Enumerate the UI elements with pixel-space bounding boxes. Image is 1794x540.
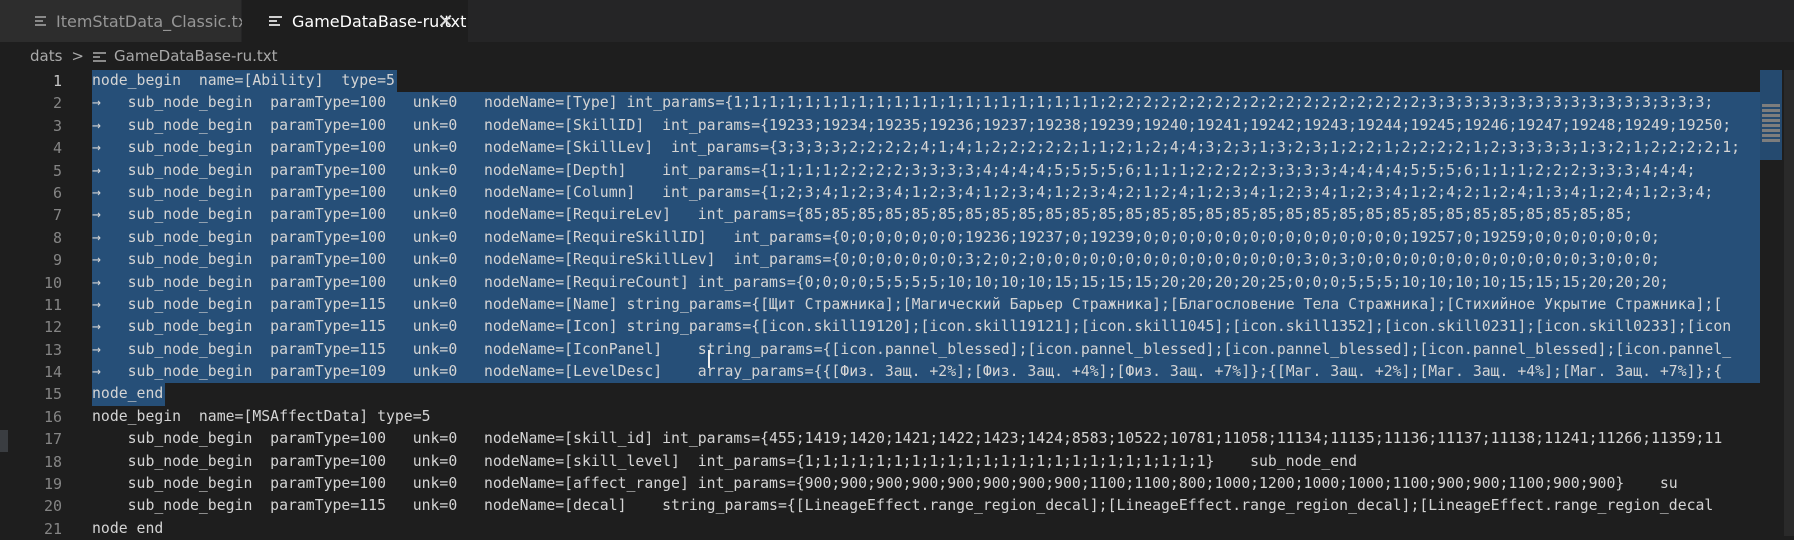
code-text: → sub_node_begin paramType=100 unk=0 nod…	[92, 161, 1696, 179]
code-line: sub_node_begin paramType=115 unk=0 nodeN…	[92, 495, 1760, 517]
code-line: node_begin name=[MSAffectData] type=5	[92, 406, 1760, 428]
file-lines-icon	[34, 14, 46, 28]
code-line: → sub_node_begin paramType=115 unk=0 nod…	[92, 338, 1760, 362]
line-number: 3	[52, 116, 62, 135]
code-text: → sub_node_begin paramType=100 unk=0 nod…	[92, 206, 1634, 224]
tab-itemstatdata[interactable]: ItemStatData_Classic.txt	[0, 0, 254, 42]
code-text: node_begin name=[Ability] type=5	[92, 72, 395, 89]
code-line: → sub_node_begin paramType=109 unk=0 nod…	[92, 361, 1760, 384]
line-number: 15	[43, 385, 62, 404]
line-number-gutter: 1 2 3 4 5 6 7 8 9 10 11 12 13 14 15 16 17 18 19 20 21	[0, 70, 84, 540]
line-number: 2	[52, 94, 62, 113]
line-number: 6	[52, 183, 62, 202]
file-lines-icon	[268, 14, 282, 28]
code-text: → sub_node_begin paramType=115 unk=0 nod…	[92, 340, 1732, 358]
code-line: → sub_node_begin paramType=100 unk=0 nod…	[92, 181, 1760, 205]
line-number: 18	[43, 452, 62, 471]
code-line: sub_node_begin paramType=100 unk=0 nodeN…	[92, 451, 1760, 473]
code-line: → sub_node_begin paramType=100 unk=0 nod…	[92, 204, 1760, 227]
code-line: → sub_node_begin paramType=100 unk=0 nod…	[92, 92, 1760, 115]
code-text: → sub_node_begin paramType=100 unk=0 nod…	[92, 228, 1660, 246]
code-line: sub_node_begin paramType=100 unk=0 nodeN…	[92, 473, 1760, 495]
line-number: 11	[43, 295, 62, 314]
code-line: → sub_node_begin paramType=100 unk=0 nod…	[92, 137, 1760, 160]
code-line: → sub_node_begin paramType=115 unk=0 nod…	[92, 293, 1760, 317]
line-number: 17	[43, 430, 62, 449]
line-number: 12	[43, 318, 62, 337]
code-line: node_end	[92, 383, 1760, 406]
line-number: 16	[43, 407, 62, 426]
code-text: sub_node_begin paramType=100 unk=0 nodeN…	[92, 475, 1678, 493]
code-text: → sub_node_begin paramType=100 unk=0 nod…	[92, 94, 1714, 112]
breadcrumb-folder[interactable]: dats	[30, 47, 62, 65]
code-text: sub_node_begin paramType=100 unk=0 nodeN…	[92, 430, 1723, 448]
code-text: → sub_node_begin paramType=100 unk=0 nod…	[92, 251, 1660, 269]
line-number: 7	[52, 206, 62, 225]
text-cursor	[708, 350, 710, 368]
line-number: 10	[43, 273, 62, 292]
code-text: → sub_node_begin paramType=109 unk=0 nod…	[92, 363, 1723, 381]
breadcrumb-file[interactable]: GameDataBase-ru.txt	[114, 47, 278, 65]
line-number: 19	[43, 475, 62, 494]
close-icon[interactable]: ✕	[437, 9, 454, 33]
breadcrumb: dats > GameDataBase-ru.txt	[0, 42, 1794, 70]
code-line: node_end	[92, 518, 1760, 536]
vertical-scrollbar[interactable]	[1784, 70, 1794, 536]
code-text: → sub_node_begin paramType=100 unk=0 nod…	[92, 183, 1714, 201]
minimap-lines	[1762, 104, 1780, 144]
line-number: 5	[52, 161, 62, 180]
line-number: 21	[43, 519, 62, 538]
code-text: node_begin name=[MSAffectData] type=5	[92, 407, 431, 425]
code-line: → sub_node_begin paramType=100 unk=0 nod…	[92, 271, 1760, 294]
tab-gamedatabase[interactable]: GameDataBase-ru.txt ✕	[242, 0, 468, 42]
code-line: → sub_node_begin paramType=100 unk=0 nod…	[92, 249, 1760, 272]
code-line: → sub_node_begin paramType=100 unk=0 nod…	[92, 114, 1760, 138]
code-line: node_begin name=[Ability] type=5	[92, 70, 1760, 93]
line-number: 9	[52, 251, 62, 270]
code-line: → sub_node_begin paramType=100 unk=0 nod…	[92, 159, 1760, 182]
code-text: node_end	[92, 519, 164, 536]
line-number: 1	[52, 72, 62, 90]
code-line: → sub_node_begin paramType=100 unk=0 nod…	[92, 226, 1760, 250]
line-number: 14	[43, 363, 62, 382]
line-number: 13	[43, 340, 62, 359]
line-number: 20	[43, 497, 62, 516]
code-line: → sub_node_begin paramType=115 unk=0 nod…	[92, 316, 1760, 339]
line-number: 8	[52, 228, 62, 247]
tab-label: ItemStatData_Classic.txt	[56, 11, 254, 31]
code-text: → sub_node_begin paramType=115 unk=0 nod…	[92, 295, 1723, 313]
line-number: 4	[52, 139, 62, 158]
code-line: sub_node_begin paramType=100 unk=0 nodeN…	[92, 428, 1760, 450]
code-text: → sub_node_begin paramType=100 unk=0 nod…	[92, 139, 1741, 157]
tab-bar: ItemStatData_Classic.txt GameDataBase-ru…	[0, 0, 1794, 42]
code-text: → sub_node_begin paramType=100 unk=0 nod…	[92, 116, 1732, 134]
file-lines-icon	[93, 50, 106, 63]
code-text: → sub_node_begin paramType=100 unk=0 nod…	[92, 273, 1669, 291]
code-text: sub_node_begin paramType=100 unk=0 nodeN…	[92, 452, 1358, 470]
editor-text-area[interactable]: node_begin name=[Ability] type=5 → sub_no…	[92, 70, 1760, 536]
chevron-right-icon: >	[71, 47, 84, 65]
code-text: → sub_node_begin paramType=115 unk=0 nod…	[92, 318, 1732, 336]
code-text: sub_node_begin paramType=115 unk=0 nodeN…	[92, 497, 1714, 515]
code-text: node_end	[92, 385, 164, 403]
